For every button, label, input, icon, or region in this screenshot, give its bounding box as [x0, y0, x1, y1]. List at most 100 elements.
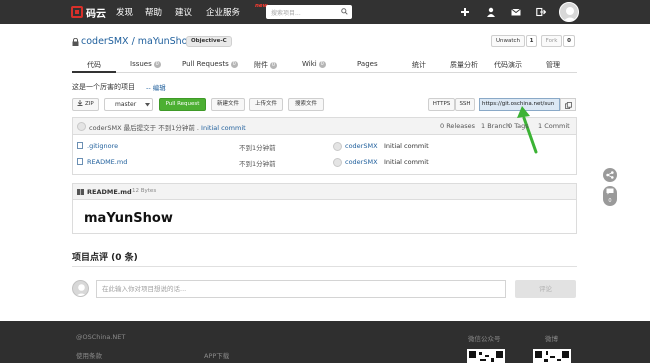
- commits-count[interactable]: 1 Commit: [538, 122, 570, 130]
- plus-icon[interactable]: [460, 7, 470, 17]
- copy-icon: [565, 102, 572, 109]
- tags-count[interactable]: 0 Tags: [508, 122, 529, 130]
- nav-suggest[interactable]: 建议: [175, 6, 192, 18]
- search-placeholder: 搜索项目...: [271, 10, 301, 17]
- comments-title: 项目点评 (0 条): [72, 253, 138, 263]
- watch-count[interactable]: 1: [526, 35, 537, 47]
- commenter-avatar: [72, 280, 89, 297]
- fork-count[interactable]: 0: [563, 35, 575, 47]
- readme-header: README.md 12 Bytes: [73, 184, 576, 200]
- repo-title[interactable]: coderSMX / maYunShow: [81, 36, 195, 47]
- branch-select[interactable]: master: [104, 98, 153, 111]
- tab-stats[interactable]: 统计: [412, 60, 426, 70]
- releases-count[interactable]: 0 Releases: [440, 122, 475, 130]
- file-committer[interactable]: coderSMX: [345, 158, 378, 166]
- latest-commit-info: coderSMX 最后提交于 不到1分钟前 . Initial commit: [89, 124, 246, 132]
- file-time: 不到1分钟前: [239, 144, 276, 152]
- wiki-count-badge: 0: [318, 61, 326, 68]
- file-committer[interactable]: coderSMX: [345, 142, 378, 150]
- mail-icon[interactable]: [511, 7, 521, 17]
- upload-file-button[interactable]: 上传文件: [249, 98, 283, 111]
- edit-description-link[interactable]: -- 编辑: [146, 82, 166, 92]
- book-icon: [77, 189, 84, 195]
- readme-panel: README.md 12 Bytes maYunShow: [72, 183, 577, 234]
- commit-panel: coderSMX 最后提交于 不到1分钟前 . Initial commit 0…: [72, 117, 577, 175]
- user-avatar[interactable]: [559, 2, 579, 22]
- user-icon[interactable]: [486, 7, 496, 17]
- fork-button[interactable]: Fork: [541, 35, 562, 47]
- repo-tabs: 代码 Issues 0 Pull Requests 0 附件 0 Wiki 0 Page…: [72, 57, 577, 73]
- nav-discover[interactable]: 发现: [116, 6, 133, 18]
- file-icon: [77, 142, 83, 149]
- search-file-button[interactable]: 搜索文件: [288, 98, 324, 111]
- tab-code[interactable]: 代码: [87, 60, 101, 70]
- search-icon[interactable]: [341, 8, 348, 15]
- tab-quality[interactable]: 质量分析: [450, 60, 478, 70]
- comment-float-button[interactable]: 0: [603, 186, 617, 206]
- copy-url-button[interactable]: [560, 98, 576, 111]
- file-time: 不到1分钟前: [239, 160, 276, 168]
- readme-heading: maYunShow: [84, 211, 173, 226]
- latest-commit-message[interactable]: Initial commit: [201, 124, 246, 132]
- comment-count: 0: [608, 198, 612, 204]
- tab-attachments[interactable]: 附件 0: [254, 60, 277, 70]
- zip-download-button[interactable]: ZIP: [72, 98, 99, 111]
- footer-terms-link[interactable]: 使用条款: [76, 350, 102, 360]
- tab-pages[interactable]: Pages: [357, 60, 378, 68]
- issues-count-badge: 0: [153, 61, 161, 68]
- avatar-silhouette-icon: [76, 284, 87, 296]
- logo[interactable]: 码云: [71, 5, 106, 20]
- file-commit-message[interactable]: Initial commit: [384, 142, 429, 150]
- file-committer-avatar: [333, 142, 342, 151]
- readme-filename: README.md: [87, 188, 132, 196]
- tab-demo[interactable]: 代码演示: [494, 60, 522, 70]
- pull-requests-count-badge: 0: [230, 61, 238, 68]
- footer-app-link[interactable]: APP下载: [204, 350, 229, 360]
- https-toggle[interactable]: HTTPS: [428, 98, 455, 111]
- clone-url-input[interactable]: https://git.oschina.net/sun: [479, 98, 560, 111]
- comment-submit-button[interactable]: 评论: [515, 280, 576, 298]
- search-input[interactable]: 搜索项目...: [266, 5, 352, 19]
- share-icon: [606, 171, 614, 179]
- download-icon: [77, 100, 83, 106]
- lock-icon: [72, 38, 79, 46]
- pull-request-button[interactable]: Pull Request: [159, 98, 206, 111]
- nav-help[interactable]: 帮助: [145, 6, 162, 18]
- logo-icon: [71, 6, 83, 18]
- tab-wiki[interactable]: Wiki 0: [302, 60, 326, 68]
- comment-icon: [606, 188, 614, 195]
- committer-name[interactable]: coderSMX: [89, 124, 122, 132]
- ssh-toggle[interactable]: SSH: [455, 98, 475, 111]
- annotation-arrow-icon: [517, 106, 538, 154]
- active-tab-indicator: [72, 71, 116, 73]
- tab-pull-requests[interactable]: Pull Requests 0: [182, 60, 238, 68]
- share-button[interactable]: [603, 168, 617, 182]
- tab-manage[interactable]: 管理: [546, 60, 560, 70]
- latest-commit-bar: coderSMX 最后提交于 不到1分钟前 . Initial commit 0…: [73, 118, 576, 135]
- repo-description: 这是一个厉害的项目: [72, 83, 135, 91]
- weibo-qr-code: [533, 349, 571, 363]
- comment-input[interactable]: 在此输入你对项目想说的话...: [96, 280, 506, 298]
- file-icon: [77, 158, 83, 165]
- footer-copyright: @OSChina.NET: [76, 333, 126, 341]
- branch-name: master: [115, 101, 137, 108]
- avatar-silhouette-icon: [563, 7, 577, 21]
- logo-text: 码云: [86, 8, 106, 20]
- attachments-count-badge: 0: [270, 62, 277, 69]
- chevron-down-icon: [145, 103, 150, 107]
- unwatch-button[interactable]: Unwatch: [491, 35, 525, 47]
- file-name[interactable]: .gitignore: [87, 142, 118, 150]
- file-committer-avatar: [333, 158, 342, 167]
- branches-count[interactable]: 1 Branch: [481, 122, 510, 130]
- tab-issues[interactable]: Issues 0: [130, 60, 161, 68]
- file-name[interactable]: README.md: [87, 158, 127, 166]
- file-commit-message[interactable]: Initial commit: [384, 158, 429, 166]
- footer: @OSChina.NET 使用条款 APP下载 微信公众号 微博: [0, 321, 650, 363]
- new-file-button[interactable]: 新建文件: [211, 98, 245, 111]
- wechat-qr-code: [467, 349, 505, 363]
- top-navbar: 码云 发现 帮助 建议 企业服务 new 搜索项目...: [0, 0, 650, 24]
- committer-avatar[interactable]: [77, 122, 86, 131]
- logout-icon[interactable]: [536, 7, 546, 17]
- readme-size: 12 Bytes: [132, 188, 157, 194]
- nav-enterprise[interactable]: 企业服务: [206, 6, 240, 18]
